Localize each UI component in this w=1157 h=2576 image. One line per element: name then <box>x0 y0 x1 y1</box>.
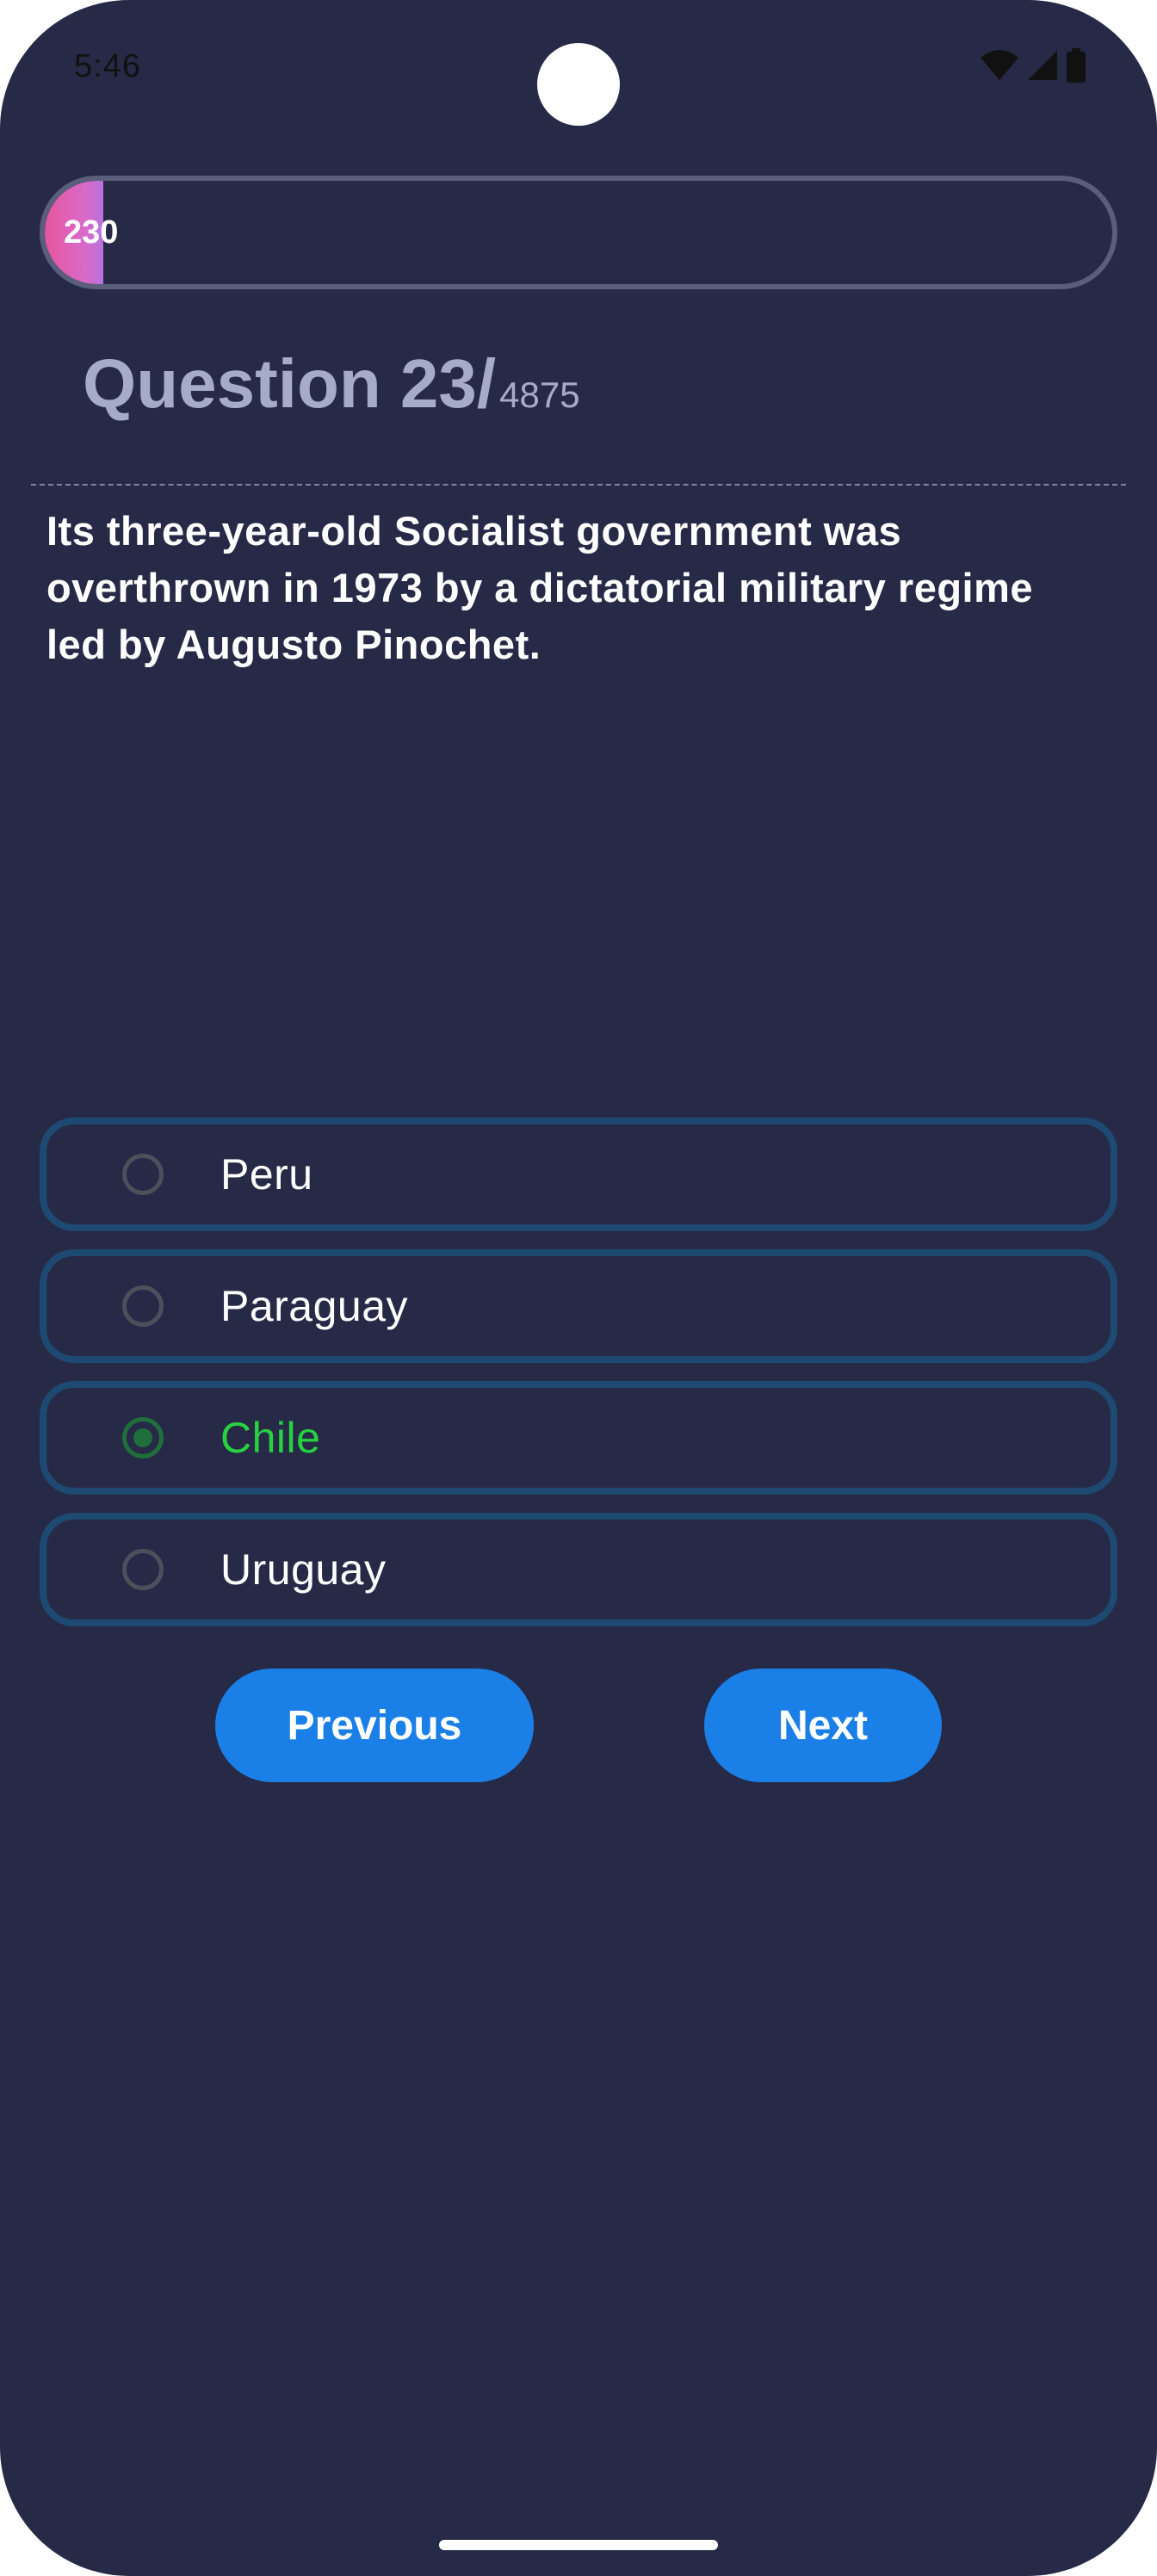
next-button[interactable]: Next <box>704 1669 942 1782</box>
question-text: Its three-year-old Socialist government … <box>46 508 1034 667</box>
cellular-signal-icon <box>1028 51 1057 80</box>
option-label: Chile <box>220 1414 321 1462</box>
question-number: Question 23/ <box>83 345 497 422</box>
option-uruguay[interactable]: Uruguay <box>40 1513 1117 1626</box>
option-label: Paraguay <box>220 1282 409 1330</box>
radio-button-selected[interactable] <box>122 1417 164 1458</box>
divider <box>31 484 1126 486</box>
camera-cutout <box>537 43 620 126</box>
option-label: Peru <box>220 1150 313 1198</box>
home-indicator[interactable] <box>439 2540 718 2550</box>
option-paraguay[interactable]: Paraguay <box>40 1249 1117 1363</box>
radio-dot <box>133 1428 152 1447</box>
progress-bar: 230 <box>40 176 1117 289</box>
option-label: Uruguay <box>220 1545 387 1594</box>
app-screen: 5:46 230 Question 23/ 4875 Its three-yea… <box>0 0 1157 2576</box>
question-heading: Question 23/ 4875 <box>83 344 580 424</box>
previous-button[interactable]: Previous <box>215 1669 534 1782</box>
radio-button[interactable] <box>122 1154 164 1195</box>
progress-label: 230 <box>64 214 119 251</box>
question-total: 4875 <box>499 375 580 415</box>
battery-icon <box>1067 48 1086 83</box>
option-chile[interactable]: Chile <box>40 1381 1117 1495</box>
status-time: 5:46 <box>74 48 141 84</box>
radio-button[interactable] <box>122 1549 164 1590</box>
status-icons <box>980 48 1086 83</box>
wifi-icon <box>981 50 1018 80</box>
option-peru[interactable]: Peru <box>40 1118 1117 1231</box>
radio-button[interactable] <box>122 1285 164 1327</box>
